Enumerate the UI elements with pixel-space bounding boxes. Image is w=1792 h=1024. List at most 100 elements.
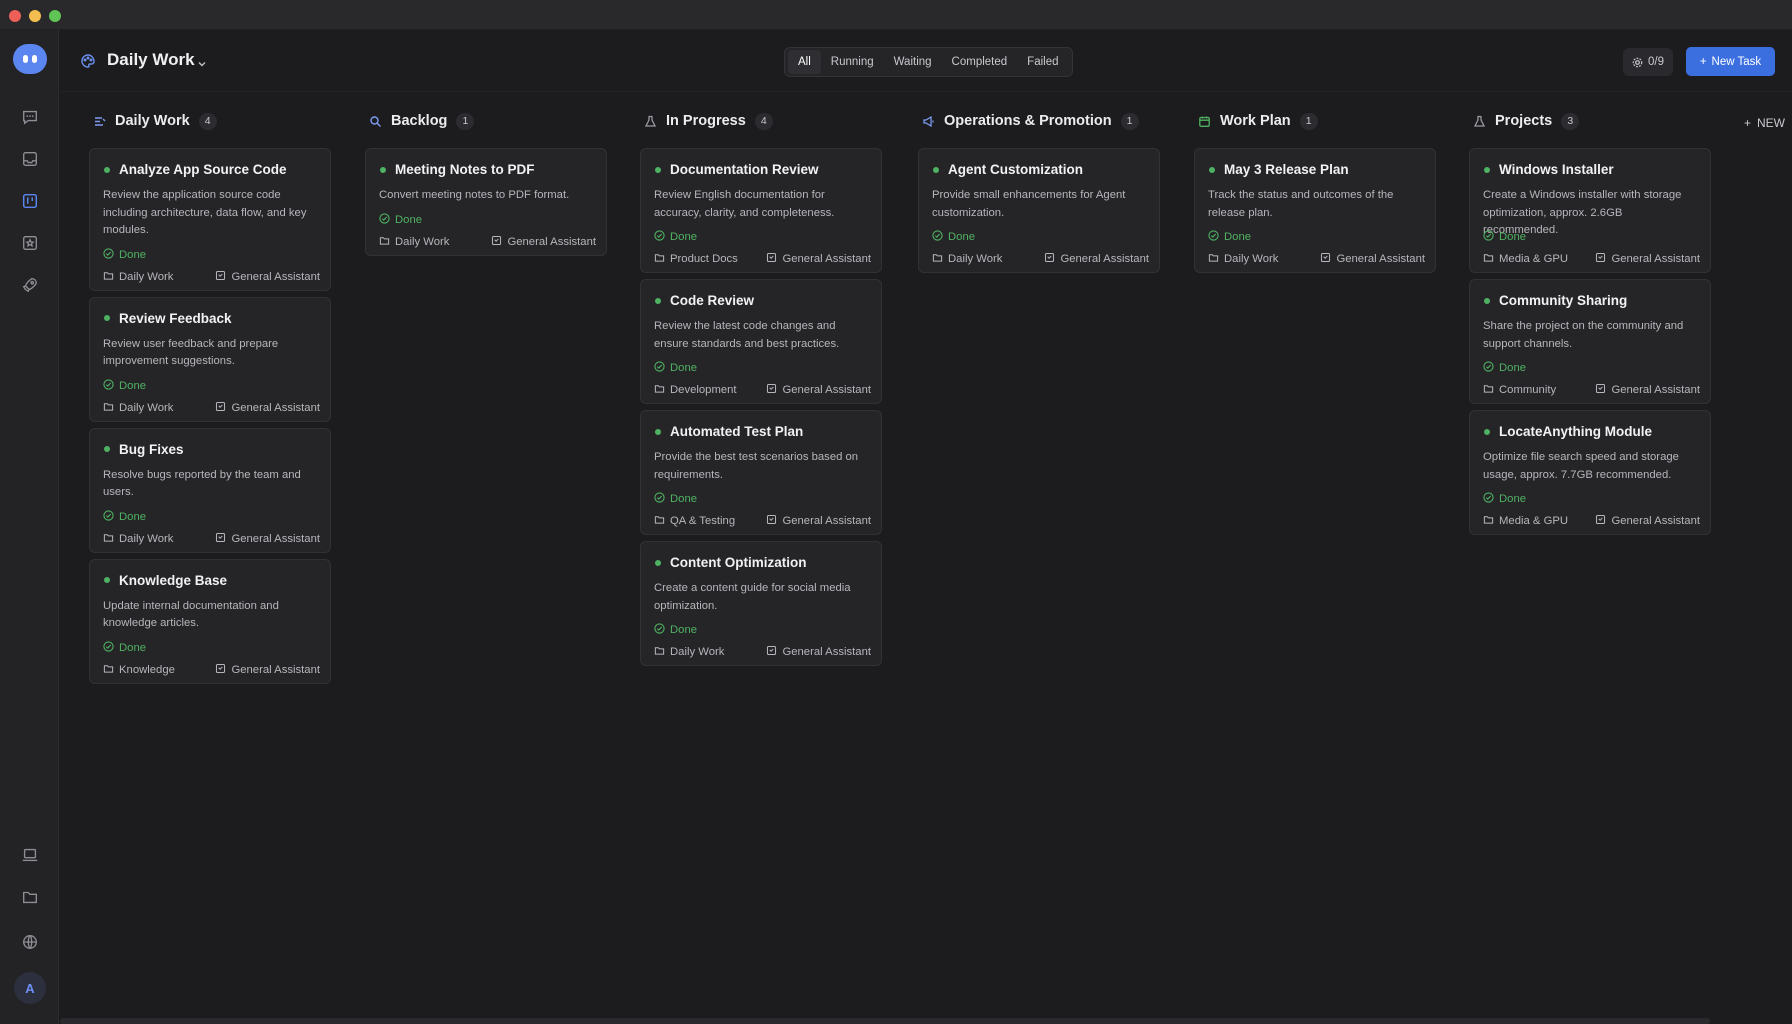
inbox-icon[interactable] bbox=[15, 144, 45, 174]
task-title: May 3 Release Plan bbox=[1209, 162, 1349, 177]
task-agent[interactable]: General Assistant bbox=[766, 514, 871, 528]
task-folder[interactable]: Daily Work bbox=[1208, 252, 1278, 266]
task-meta: Daily Work General Assistant bbox=[654, 645, 871, 659]
globe-icon[interactable] bbox=[15, 927, 45, 957]
agent-icon bbox=[1595, 514, 1606, 528]
task-card[interactable]: Knowledge Base Update internal documentat… bbox=[89, 558, 331, 684]
app-logo-icon[interactable] bbox=[13, 44, 47, 74]
task-agent[interactable]: General Assistant bbox=[1595, 514, 1700, 528]
task-folder[interactable]: Daily Work bbox=[379, 235, 449, 249]
task-folder[interactable]: Media & GPU bbox=[1483, 514, 1568, 528]
task-folder[interactable]: QA & Testing bbox=[654, 514, 735, 528]
task-agent[interactable]: General Assistant bbox=[1595, 252, 1700, 266]
rocket-icon[interactable] bbox=[15, 270, 45, 300]
status-dot-icon bbox=[1484, 297, 1490, 304]
column-header[interactable]: Work Plan 1 bbox=[1198, 108, 1436, 134]
task-title: Automated Test Plan bbox=[655, 424, 803, 439]
zoom-window-button[interactable] bbox=[49, 10, 61, 22]
task-agent[interactable]: General Assistant bbox=[1044, 252, 1149, 266]
task-description: Optimize file search speed and storage u… bbox=[1483, 451, 1679, 481]
task-folder[interactable]: Daily Work bbox=[103, 270, 173, 284]
task-card[interactable]: Documentation Review Review English docum… bbox=[640, 148, 882, 273]
filter-tab-completed[interactable]: Completed bbox=[942, 50, 1018, 74]
folder-icon bbox=[932, 252, 943, 266]
status-label: Done bbox=[119, 379, 147, 392]
task-title: Analyze App Source Code bbox=[104, 162, 287, 177]
agent-icon bbox=[1044, 252, 1055, 266]
task-card[interactable]: Agent Customization Provide small enhance… bbox=[918, 148, 1160, 273]
task-description: Convert meeting notes to PDF format. bbox=[379, 189, 570, 201]
task-card[interactable]: Automated Test Plan Provide the best test… bbox=[640, 410, 882, 535]
filter-tab-failed[interactable]: Failed bbox=[1017, 50, 1068, 74]
task-agent[interactable]: General Assistant bbox=[766, 252, 871, 266]
task-card[interactable]: Windows Installer Create a Windows instal… bbox=[1469, 148, 1711, 273]
task-card[interactable]: Content Optimization Create a content gui… bbox=[640, 541, 882, 666]
task-counter[interactable]: 0/9 bbox=[1623, 48, 1673, 76]
task-card[interactable]: Meeting Notes to PDF Convert meeting note… bbox=[365, 148, 607, 256]
workspace-title[interactable]: Daily Work bbox=[107, 50, 195, 70]
task-folder[interactable]: Community bbox=[1483, 383, 1556, 397]
chat-icon[interactable] bbox=[15, 102, 45, 132]
task-folder[interactable]: Knowledge bbox=[103, 663, 175, 677]
task-folder[interactable]: Media & GPU bbox=[1483, 252, 1568, 266]
close-window-button[interactable] bbox=[9, 10, 21, 22]
filter-tab-all[interactable]: All bbox=[788, 50, 821, 74]
folder-icon bbox=[654, 383, 665, 397]
task-title-text: Review Feedback bbox=[119, 310, 232, 326]
task-agent[interactable]: General Assistant bbox=[1595, 383, 1700, 397]
task-agent[interactable]: General Assistant bbox=[215, 270, 320, 284]
user-avatar[interactable]: A bbox=[14, 972, 46, 1004]
laptop-icon[interactable] bbox=[15, 840, 45, 870]
task-folder[interactable]: Daily Work bbox=[103, 401, 173, 415]
task-agent[interactable]: General Assistant bbox=[766, 645, 871, 659]
task-agent[interactable]: General Assistant bbox=[215, 532, 320, 546]
column-header[interactable]: In Progress 4 bbox=[644, 108, 882, 134]
star-box-icon[interactable] bbox=[15, 228, 45, 258]
task-folder[interactable]: Development bbox=[654, 383, 737, 397]
agent-label: General Assistant bbox=[231, 270, 320, 283]
column-header[interactable]: Backlog 1 bbox=[369, 108, 607, 134]
task-card[interactable]: Code Review Review the latest code change… bbox=[640, 279, 882, 404]
task-agent[interactable]: General Assistant bbox=[215, 401, 320, 415]
check-circle-icon bbox=[103, 247, 114, 262]
column-header[interactable]: Operations & Promotion 1 bbox=[922, 108, 1160, 134]
column-header[interactable]: Projects 3 bbox=[1473, 108, 1711, 134]
task-meta: Daily Work General Assistant bbox=[103, 532, 320, 546]
folder-icon bbox=[1208, 252, 1219, 266]
status-label: Done bbox=[119, 248, 147, 261]
folder-icon[interactable] bbox=[15, 882, 45, 912]
task-agent[interactable]: General Assistant bbox=[766, 383, 871, 397]
task-folder[interactable]: Product Docs bbox=[654, 252, 738, 266]
task-folder[interactable]: Daily Work bbox=[932, 252, 1002, 266]
chevron-down-icon[interactable] bbox=[197, 56, 207, 67]
column-header[interactable]: Daily Work 4 bbox=[93, 108, 331, 134]
task-folder[interactable]: Daily Work bbox=[654, 645, 724, 659]
board-header: Daily Work All Running Waiting Completed Fai… bbox=[60, 30, 1792, 92]
task-folder[interactable]: Daily Work bbox=[103, 532, 173, 546]
task-agent[interactable]: General Assistant bbox=[1320, 252, 1425, 266]
status-badge: Done bbox=[103, 378, 147, 393]
minimize-window-button[interactable] bbox=[29, 10, 41, 22]
status-badge: Done bbox=[654, 623, 697, 637]
task-agent[interactable]: General Assistant bbox=[491, 235, 596, 249]
kanban-icon[interactable] bbox=[15, 186, 45, 216]
filter-tab-waiting[interactable]: Waiting bbox=[884, 50, 942, 74]
task-description: Provide the best test scenarios based on… bbox=[654, 451, 859, 481]
check-circle-icon bbox=[1483, 492, 1494, 506]
task-title-text: Content Optimization bbox=[670, 555, 807, 570]
status-badge: Done bbox=[1208, 230, 1251, 244]
task-agent[interactable]: General Assistant bbox=[215, 663, 320, 677]
task-card[interactable]: Community Sharing Share the project on th… bbox=[1469, 279, 1711, 404]
new-column-button[interactable]: + NEW bbox=[1744, 116, 1785, 130]
agent-icon bbox=[215, 663, 226, 677]
horizontal-scrollbar[interactable] bbox=[60, 1018, 1710, 1024]
task-card[interactable]: LocateAnything Module Optimize file searc… bbox=[1469, 410, 1711, 535]
task-card[interactable]: Analyze App Source Code Review the applic… bbox=[89, 148, 331, 291]
status-dot-icon bbox=[380, 166, 386, 173]
flask-icon bbox=[1473, 115, 1486, 128]
task-card[interactable]: Review Feedback Review user feedback and … bbox=[89, 296, 331, 422]
task-card[interactable]: May 3 Release Plan Track the status and o… bbox=[1194, 148, 1436, 273]
filter-tab-running[interactable]: Running bbox=[821, 50, 884, 74]
task-card[interactable]: Bug Fixes Resolve bugs reported by the te… bbox=[89, 427, 331, 553]
new-task-button[interactable]: + New Task bbox=[1686, 47, 1775, 76]
